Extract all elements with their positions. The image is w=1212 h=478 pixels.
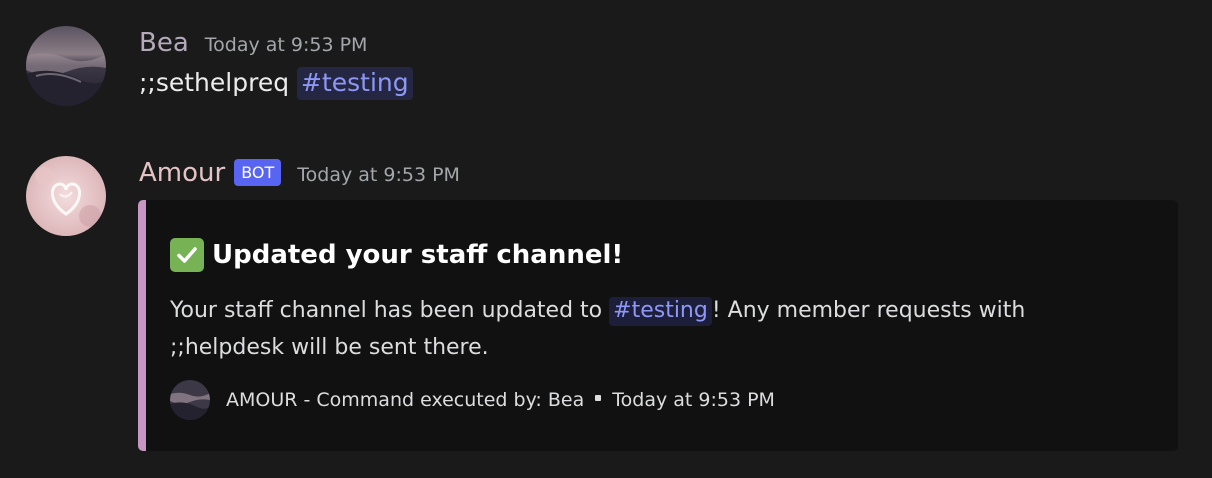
footer-avatar-icon — [170, 380, 210, 420]
username-bea[interactable]: Bea — [139, 28, 189, 58]
avatar-amour[interactable] — [26, 156, 106, 236]
avatar-image-landscape — [26, 26, 106, 106]
embed-description: Your staff channel has been updated to #… — [170, 292, 1150, 366]
command-text: ;;sethelpreq — [139, 68, 290, 97]
message-header: Bea Today at 9:53 PM — [139, 28, 367, 58]
avatar-bea[interactable] — [26, 26, 106, 106]
footer-text: AMOUR - Command executed by: Bea — [226, 389, 585, 411]
message-timestamp[interactable]: Today at 9:53 PM — [297, 164, 460, 186]
white-check-mark-icon — [170, 238, 204, 272]
embed-description-line2: ;;helpdesk will be sent there. — [170, 335, 489, 360]
bot-tag: BOT — [234, 159, 282, 186]
embed-title: Updated your staff channel! — [170, 238, 623, 272]
avatar-image-heart — [26, 156, 106, 236]
channel-mention-testing[interactable]: #testing — [609, 297, 712, 326]
embed-title-text: Updated your staff channel! — [212, 240, 624, 270]
embed: Updated your staff channel! Your staff c… — [138, 200, 1178, 451]
embed-description-text: Your staff channel has been updated to — [170, 298, 603, 323]
username-amour[interactable]: Amour — [139, 158, 225, 188]
embed-footer: AMOUR - Command executed by: Bea Today a… — [170, 380, 775, 420]
footer-separator-dot — [595, 395, 602, 401]
message-header: Amour BOT Today at 9:53 PM — [139, 158, 460, 189]
message-timestamp[interactable]: Today at 9:53 PM — [205, 34, 368, 56]
footer-timestamp: Today at 9:53 PM — [612, 389, 775, 411]
message-content: ;;sethelpreq #testing — [139, 67, 413, 100]
embed-description-suffix: ! Any member requests with — [711, 298, 1026, 323]
embed-color-bar — [138, 200, 146, 451]
chat-messages: Bea Today at 9:53 PM ;;sethelpreq #testi… — [0, 0, 1212, 478]
channel-mention-testing[interactable]: #testing — [297, 67, 413, 100]
